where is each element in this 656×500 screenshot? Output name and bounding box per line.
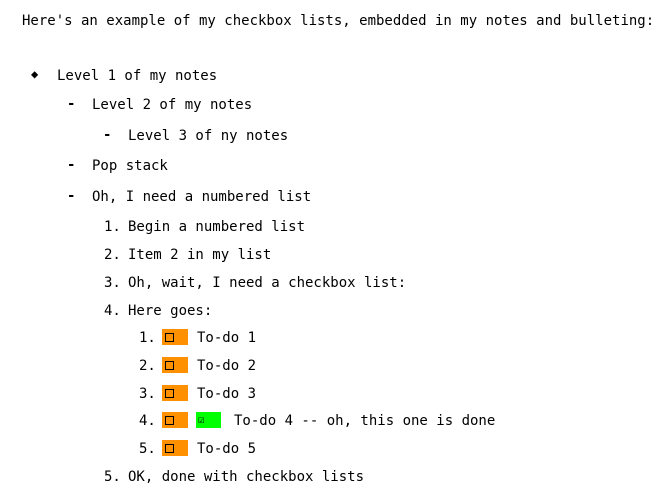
checkbox-unchecked[interactable] xyxy=(162,440,188,456)
empty-box-icon xyxy=(165,389,174,398)
checklist-number: 2. xyxy=(139,358,156,374)
dash-bullet-icon: - xyxy=(67,157,76,173)
checklist-number: 3. xyxy=(139,386,156,402)
dash-bullet-icon: - xyxy=(67,96,76,112)
checklist-number: 5. xyxy=(139,441,156,457)
level2-item: Level 2 of my notes xyxy=(92,97,253,113)
checkbox-checked[interactable]: ☑ xyxy=(196,412,221,428)
dash-bullet-icon: - xyxy=(67,188,76,204)
list-item: Here goes: xyxy=(128,303,213,319)
list-item-number: 3. xyxy=(104,275,121,291)
empty-box-icon xyxy=(165,416,174,425)
list-item-number: 4. xyxy=(104,303,121,319)
list-item: Item 2 in my list xyxy=(128,247,272,263)
list-item-number: 2. xyxy=(104,247,121,263)
checkbox-unchecked[interactable] xyxy=(162,385,188,401)
list-item-number: 5. xyxy=(104,469,121,485)
check-mark-icon: ☑ xyxy=(198,413,205,426)
list-item: OK, done with checkbox lists xyxy=(128,469,365,485)
diamond-bullet-icon: ◆ xyxy=(31,67,39,81)
list-item: Begin a numbered list xyxy=(128,219,306,235)
list-item-number: 1. xyxy=(104,219,121,235)
todo-item: To-do 5 xyxy=(197,441,257,457)
empty-box-icon xyxy=(165,361,174,370)
empty-box-icon xyxy=(165,333,174,342)
level3-item: Level 3 of ny notes xyxy=(128,128,289,144)
checkbox-unchecked[interactable] xyxy=(162,329,188,345)
todo-item: To-do 1 xyxy=(197,330,257,346)
level2-item: Oh, I need a numbered list xyxy=(92,189,312,205)
level2-item: Pop stack xyxy=(92,158,168,174)
dash-bullet-icon: - xyxy=(103,127,112,143)
checklist-number: 1. xyxy=(139,330,156,346)
checkbox-unchecked[interactable] xyxy=(162,357,188,373)
todo-item: To-do 4 -- oh, this one is done xyxy=(234,413,496,429)
todo-item: To-do 3 xyxy=(197,386,257,402)
intro-text: Here's an example of my checkbox lists, … xyxy=(22,13,655,29)
empty-box-icon xyxy=(165,444,174,453)
list-item: Oh, wait, I need a checkbox list: xyxy=(128,275,407,291)
level1-item: Level 1 of my notes xyxy=(57,68,218,84)
checkbox-unchecked[interactable] xyxy=(162,412,188,428)
checklist-number: 4. xyxy=(139,413,156,429)
todo-item: To-do 2 xyxy=(197,358,257,374)
